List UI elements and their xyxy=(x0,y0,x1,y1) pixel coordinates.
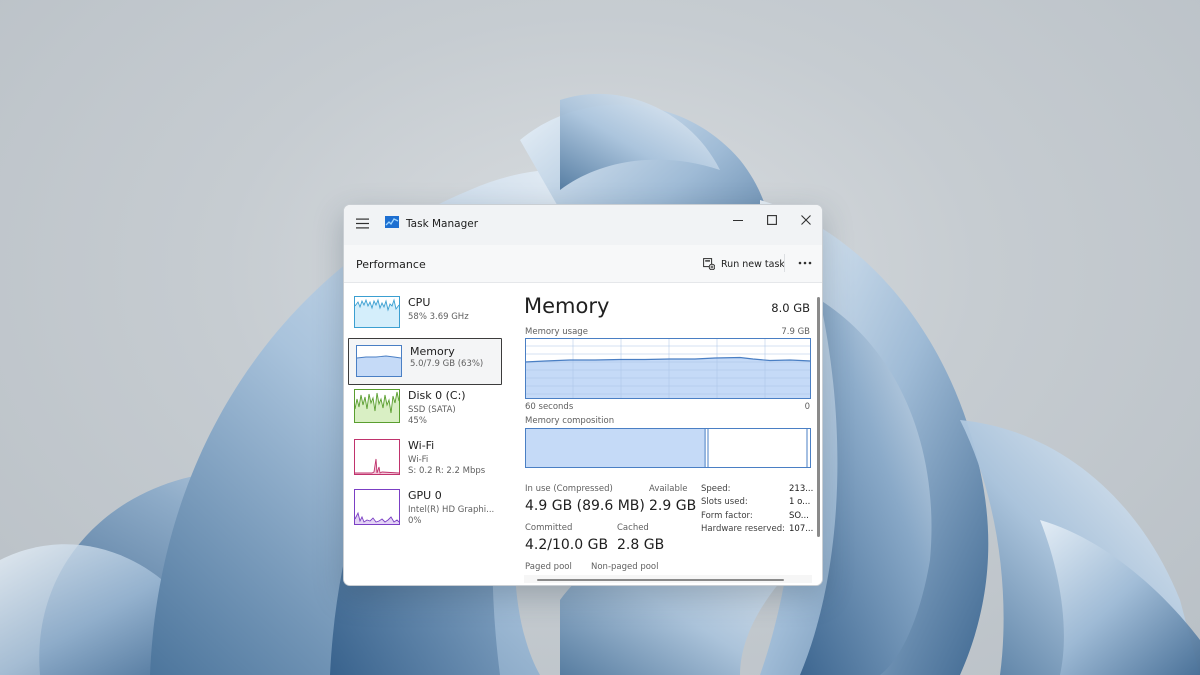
slots-used-label: Slots used: xyxy=(701,497,748,507)
memory-usage-label: Memory usage xyxy=(525,327,588,337)
sidebar-item-wifi[interactable]: Wi-Fi Wi-Fi S: 0.2 R: 2.2 Mbps xyxy=(348,435,502,482)
sidebar-disk-type: SSD (SATA) xyxy=(408,405,456,415)
title-bar: Task Manager xyxy=(344,205,822,245)
disk-thumbnail xyxy=(354,389,400,423)
memory-total: 8.0 GB xyxy=(771,301,810,315)
sidebar-wifi-name: Wi-Fi xyxy=(408,439,435,452)
sidebar-item-cpu[interactable]: CPU 58% 3.69 GHz xyxy=(348,292,502,339)
sidebar-item-memory[interactable]: Memory 5.0/7.9 GB (63%) xyxy=(348,338,502,385)
form-factor-label: Form factor: xyxy=(701,511,753,521)
run-new-task-label: Run new task xyxy=(721,258,785,270)
sidebar-item-gpu[interactable]: GPU 0 Intel(R) HD Graphi... 0% xyxy=(348,485,502,532)
sidebar-wifi-type: Wi-Fi xyxy=(408,455,429,465)
graph-time-right: 0 xyxy=(804,402,810,412)
resource-sidebar: CPU 58% 3.69 GHz Memory 5.0/7.9 GB (63%) xyxy=(344,284,512,585)
memory-usage-max: 7.9 GB xyxy=(781,327,810,337)
sidebar-wifi-throughput: S: 0.2 R: 2.2 Mbps xyxy=(408,466,486,476)
sidebar-gpu-usage: 0% xyxy=(408,516,422,526)
speed-label: Speed: xyxy=(701,484,731,494)
available-value: 2.9 GB xyxy=(649,498,697,514)
task-manager-window: Task Manager Performance Run new task CP… xyxy=(343,204,823,586)
cached-value: 2.8 GB xyxy=(617,537,665,553)
task-manager-icon xyxy=(385,216,399,228)
gpu-thumbnail xyxy=(354,489,400,525)
close-icon xyxy=(801,215,811,225)
close-button[interactable] xyxy=(789,209,822,231)
header-separator xyxy=(784,254,785,272)
maximize-icon xyxy=(767,215,777,225)
vertical-scrollbar[interactable] xyxy=(817,297,820,537)
in-use-value: 4.9 GB (89.6 MB) xyxy=(525,498,645,514)
cached-label: Cached xyxy=(617,523,649,533)
wifi-thumbnail xyxy=(354,439,400,475)
performance-body: CPU 58% 3.69 GHz Memory 5.0/7.9 GB (63%) xyxy=(344,284,822,585)
in-use-label: In use (Compressed) xyxy=(525,484,613,494)
hardware-reserved-label: Hardware reserved: xyxy=(701,524,785,534)
minimize-button[interactable] xyxy=(721,209,755,231)
run-new-task-button[interactable]: Run new task xyxy=(699,253,789,275)
available-label: Available xyxy=(649,484,688,494)
more-options-button[interactable] xyxy=(794,254,816,272)
speed-value: 213... xyxy=(789,484,814,494)
memory-composition-bar xyxy=(525,428,811,468)
sidebar-gpu-model: Intel(R) HD Graphi... xyxy=(408,505,495,515)
sidebar-item-disk[interactable]: Disk 0 (C:) SSD (SATA) 45% xyxy=(348,385,502,432)
memory-usage-graph xyxy=(525,338,811,399)
memory-composition-label: Memory composition xyxy=(525,416,615,426)
paged-pool-label: Paged pool xyxy=(525,562,572,572)
hamburger-icon[interactable] xyxy=(356,218,369,229)
more-icon xyxy=(798,261,812,265)
committed-label: Committed xyxy=(525,523,573,533)
non-paged-pool-label: Non-paged pool xyxy=(591,562,659,572)
sidebar-cpu-name: CPU xyxy=(408,296,431,309)
sidebar-gpu-name: GPU 0 xyxy=(408,489,442,502)
sidebar-memory-name: Memory xyxy=(410,345,455,358)
window-title: Task Manager xyxy=(406,218,479,230)
maximize-button[interactable] xyxy=(755,209,789,231)
hardware-reserved-value: 107... xyxy=(789,524,814,534)
run-task-icon xyxy=(703,258,715,270)
sidebar-disk-name: Disk 0 (C:) xyxy=(408,389,466,402)
composition-in-use-segment xyxy=(525,428,706,468)
committed-value: 4.2/10.0 GB xyxy=(525,537,609,553)
cpu-thumbnail xyxy=(354,296,400,328)
slots-used-value: 1 o... xyxy=(789,497,811,507)
graph-time-left: 60 seconds xyxy=(525,402,574,412)
page-header: Performance Run new task xyxy=(344,245,822,283)
horizontal-scrollbar-thumb[interactable] xyxy=(537,579,784,581)
memory-thumbnail xyxy=(356,345,402,377)
sidebar-disk-usage: 45% xyxy=(408,416,427,426)
form-factor-value: SO... xyxy=(789,511,809,521)
page-title: Performance xyxy=(356,258,426,271)
sidebar-memory-detail: 5.0/7.9 GB (63%) xyxy=(410,359,484,369)
memory-title: Memory xyxy=(524,294,610,318)
memory-panel: Memory 8.0 GB Memory usage 7.9 GB 60 sec… xyxy=(512,284,822,585)
sidebar-cpu-detail: 58% 3.69 GHz xyxy=(408,312,469,322)
minimize-icon xyxy=(733,220,743,221)
